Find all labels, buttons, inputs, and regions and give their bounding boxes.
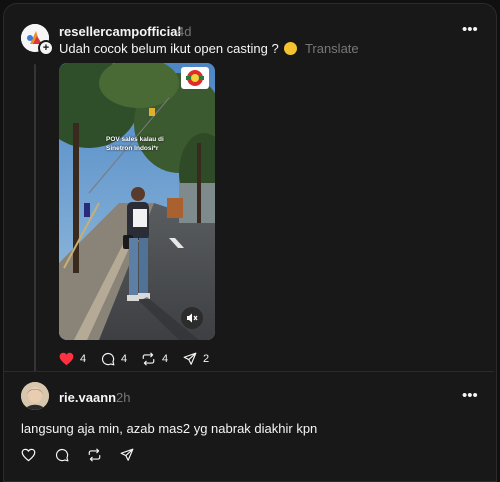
post-video[interactable]: POV sales kalau di Sinetron Indosi*r — [59, 63, 215, 340]
reply-avatar[interactable] — [21, 382, 49, 410]
send-icon — [120, 448, 134, 461]
thinking-emoji-icon — [284, 42, 298, 55]
share-count: 2 — [203, 353, 210, 365]
heart-icon — [21, 448, 36, 462]
speaker-muted-icon — [187, 313, 198, 323]
repost-icon — [142, 352, 155, 366]
video-frame — [59, 63, 215, 340]
reply-comment-button[interactable] — [55, 448, 69, 462]
reply-share-button[interactable] — [120, 448, 134, 462]
video-caption-line2: Sinetron Indosi*r — [106, 145, 159, 152]
video-caption-line1: POV sales kalau di — [106, 136, 164, 143]
comment-button[interactable]: 4 — [101, 352, 127, 366]
post-body: Udah cocok belum ikut open casting ? — [59, 41, 279, 56]
comment-count: 4 — [121, 353, 128, 365]
divider — [4, 371, 494, 372]
translate-link[interactable]: Translate — [305, 41, 359, 56]
video-caption: POV sales kalau di Sinetron Indosi*r — [106, 135, 164, 153]
share-button[interactable]: 2 — [183, 352, 209, 366]
repost-icon — [88, 448, 101, 462]
post-username[interactable]: resellercampofficial — [59, 24, 181, 39]
heart-filled-icon — [59, 352, 74, 366]
follow-plus-icon[interactable]: + — [38, 40, 54, 56]
repost-button[interactable]: 4 — [141, 352, 168, 366]
send-icon — [183, 352, 197, 365]
reply-time[interactable]: 2h — [116, 390, 130, 405]
like-count: 4 — [80, 353, 87, 365]
reply-repost-button[interactable] — [87, 448, 102, 462]
reply-username[interactable]: rie.vaann — [59, 390, 116, 405]
like-button[interactable]: 4 — [59, 352, 86, 366]
reply-more-options-icon[interactable]: ••• — [462, 387, 478, 404]
channel-logo-graphic — [186, 70, 204, 86]
more-options-icon[interactable]: ••• — [462, 21, 478, 38]
post-text: Udah cocok belum ikut open casting ? Tra… — [59, 41, 359, 56]
tv-channel-logo-icon — [181, 67, 209, 89]
comment-icon — [55, 448, 69, 462]
post-time[interactable]: 4d — [177, 24, 191, 39]
reply-avatar-photo — [21, 382, 49, 410]
reply-like-button[interactable] — [21, 448, 36, 462]
reply-text: langsung aja min, azab mas2 yg nabrak di… — [21, 421, 318, 436]
mute-button[interactable] — [181, 307, 203, 329]
comment-icon — [101, 352, 115, 366]
thread-line — [34, 64, 36, 372]
repost-count: 4 — [162, 353, 169, 365]
